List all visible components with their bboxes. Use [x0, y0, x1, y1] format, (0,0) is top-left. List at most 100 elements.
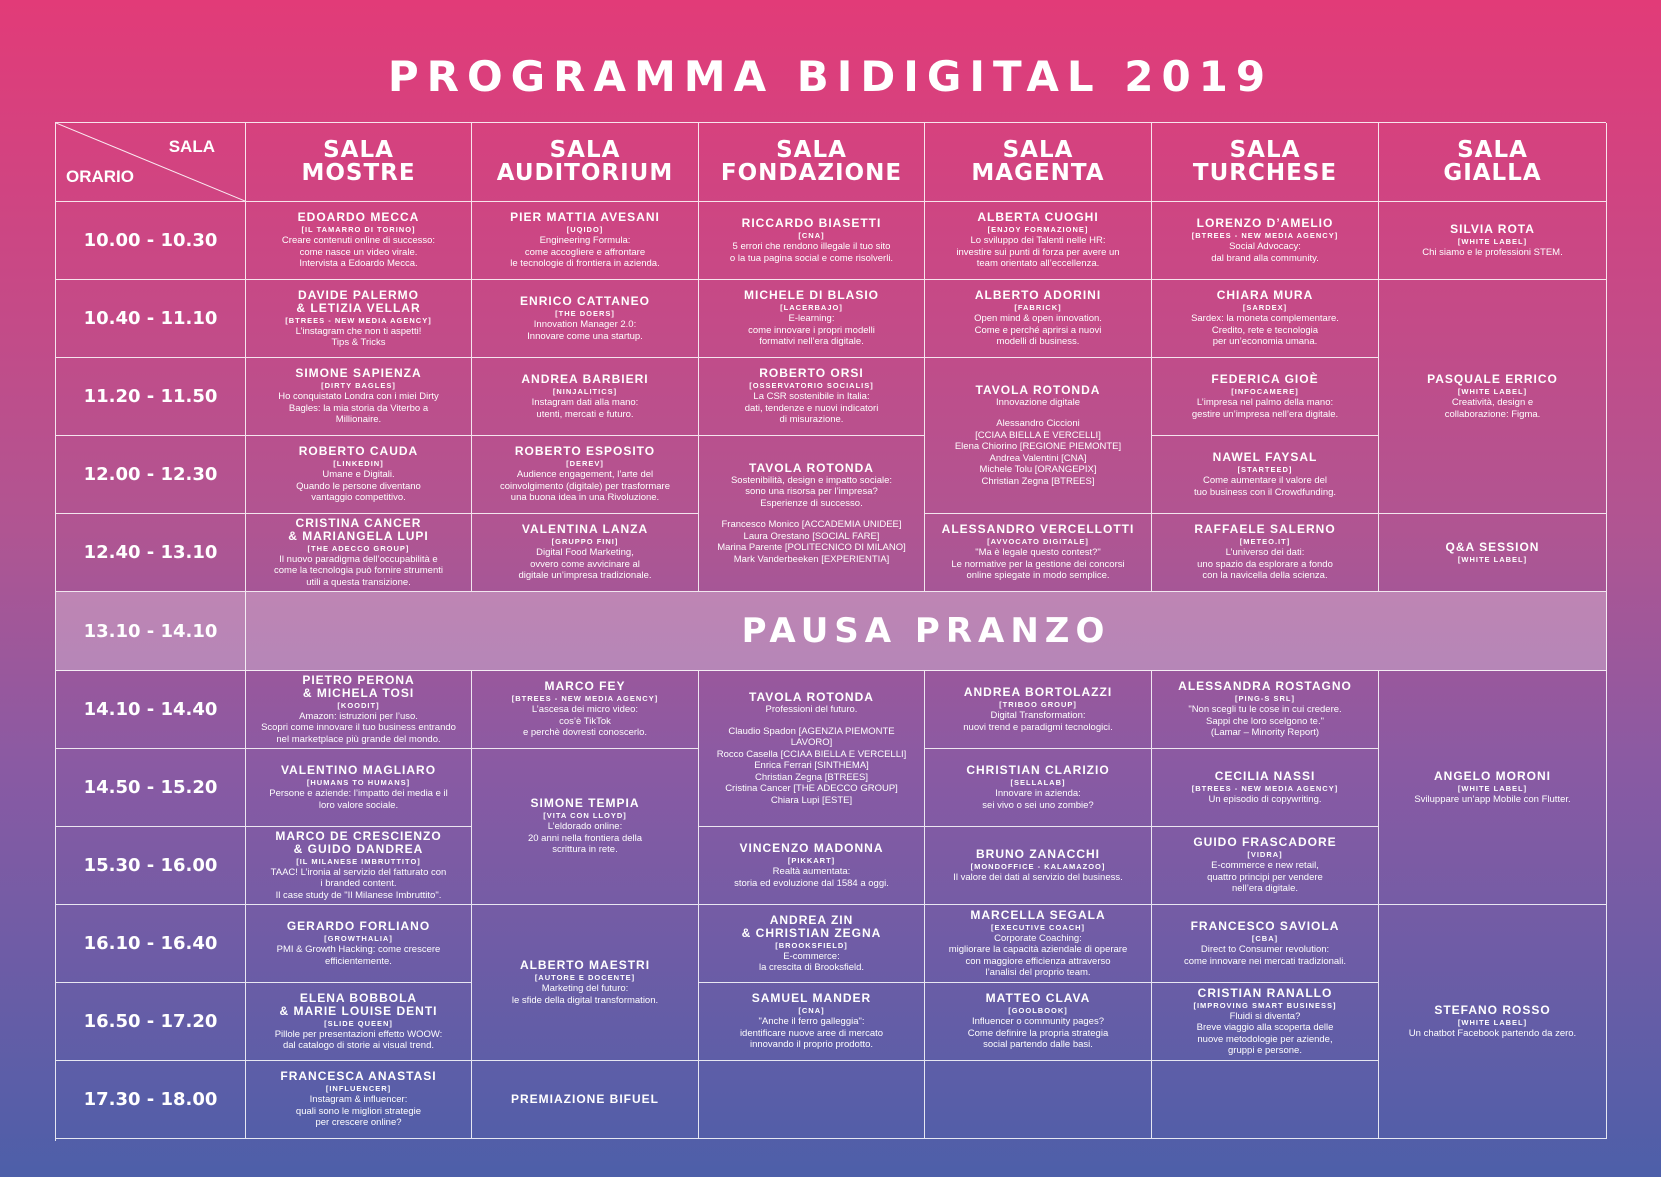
session-description: Cristina Cancer [THE ADECCO GROUP]: [725, 783, 898, 794]
session-description: come nasce un video virale.: [299, 246, 418, 258]
speaker-name: LORENZO D’AMELIO: [1196, 216, 1334, 230]
room-header-line: MAGENTA: [971, 160, 1105, 186]
speaker-name: ANDREA ZIN: [769, 912, 854, 927]
speaker-company: [IMPROVING SMART BUSINESS]: [1193, 1000, 1337, 1010]
session-cell: GERARDO FORLIANO [GROWTHALIA] PMI & Growth…: [246, 905, 472, 983]
time-slot: 16.50 - 17.20: [56, 983, 246, 1061]
speaker-company: [BTREES - NEW MEDIA AGENCY]: [285, 315, 432, 325]
session-cell: MARCO FEY [BTREES - NEW MEDIA AGENCY] L’as…: [472, 671, 699, 749]
speaker-company: [CNA]: [798, 1006, 825, 1016]
session-description: L’universo dei dati:: [1225, 547, 1305, 559]
session-description: Alessandro Ciccioni: [996, 418, 1080, 430]
session-description: Engineering Formula:: [539, 235, 631, 247]
speaker-company: [THE ADECCO GROUP]: [307, 543, 410, 553]
session-cell: VALENTINO MAGLIARO [HUMANS TO HUMANS] Pers…: [246, 749, 472, 827]
session-cell: LORENZO D’AMELIO [BTREES - NEW MEDIA AGEN…: [1152, 202, 1379, 280]
session-description: la crescita di Brooksfield.: [758, 962, 865, 973]
session-description: PMI & Growth Hacking: come crescere: [276, 944, 441, 955]
session-cell: ANDREA BARBIERI [NINJALITICS] Instagram da…: [472, 358, 699, 436]
session-description: identificare nuove aree di mercato: [739, 1027, 884, 1039]
room-header-line: SALA: [549, 137, 621, 163]
speaker-company: [LINKEDIN]: [333, 459, 384, 469]
time-slot: 10.00 - 10.30: [56, 202, 246, 280]
session-description: come innovare i propri modelli: [748, 324, 875, 336]
speaker-name: ANDREA BORTOLAZZI: [963, 685, 1113, 699]
session-description: gestire un’impresa nell’era digitale.: [1191, 408, 1339, 420]
session-description: Sviluppare un’app Mobile con Flutter.: [1414, 793, 1571, 805]
speaker-name: PIETRO PERONA: [302, 672, 415, 687]
speaker-name: MATTEO CLAVA: [985, 991, 1091, 1006]
speaker-company: [WHITE LABEL]: [1457, 554, 1528, 564]
session-description: Laura Orestano [SOCIAL FARE]: [743, 530, 880, 542]
session-cell: FRANCESCA ANASTASI [INFLUENCER] Instagram …: [246, 1061, 472, 1139]
speaker-company: [INFOCAMERE]: [1231, 387, 1299, 396]
speaker-company: [SELLALAB]: [1010, 778, 1066, 787]
session-description: Credito, rete e tecnologia: [1211, 324, 1319, 336]
room-header-line: GIALLA: [1443, 160, 1542, 186]
session-description: ovvero come avvicinare al: [530, 558, 640, 570]
session-description: Chi siamo e le professioni STEM.: [1422, 246, 1563, 258]
session-description: "Anche il ferro galleggia":: [758, 1016, 865, 1028]
session-description: Umane e Digitali.: [322, 469, 395, 481]
speaker-company: [IL TAMARRO DI TORINO]: [301, 225, 416, 235]
session-cell: Q&A SESSION [WHITE LABEL]: [1379, 514, 1607, 592]
session-cell: ENRICO CATTANEO [THE DOERS] Innovation Man…: [472, 280, 699, 358]
session-description: E-commerce e new retail,: [1211, 860, 1319, 872]
speaker-company: [GROWTHALIA]: [324, 934, 393, 943]
session-description: loro valore sociale.: [318, 799, 399, 811]
session-cell: RICCARDO BIASETTI [CNA] 5 errori che rendo…: [699, 202, 925, 280]
session-description: dati, tendenze e nuovi indicatori: [744, 402, 879, 414]
session-cell: PIER MATTIA AVESANI [UQIDO] Engineering Fo…: [472, 202, 699, 280]
speaker-name: NAWEL FAYSAL: [1212, 450, 1318, 464]
session-cell: SAMUEL MANDER [CNA] "Anche il ferro galleg…: [699, 983, 925, 1061]
speaker-company: [STARTEED]: [1237, 465, 1293, 474]
speaker-name: CECILIA NASSI: [1214, 768, 1316, 783]
session-description: Innovare come una startup.: [527, 330, 643, 342]
session-description: Creare contenuti online di successo:: [281, 235, 436, 247]
speaker-company: [VIDRA]: [1247, 850, 1283, 860]
session-description: dal brand alla community.: [1211, 252, 1319, 264]
session-description: collaborazione: Figma.: [1444, 408, 1541, 420]
speaker-name: Q&A SESSION: [1445, 539, 1540, 554]
room-header-gia: SALA GIALLA: [1379, 123, 1607, 202]
session-description: cos’è TikTok: [559, 715, 611, 727]
session-description: (Lamar – Minority Report): [1210, 727, 1320, 739]
speaker-name: ALBERTO ADORINI: [974, 288, 1102, 303]
session-cell: CRISTINA CANCER & MARIANGELA LUPI [THE ADE…: [246, 514, 472, 592]
room-header-turch: SALA TURCHESE: [1152, 123, 1379, 202]
session-description: La CSR sostenibile in Italia:: [753, 391, 870, 403]
speaker-name: & MARIANGELA LUPI: [288, 528, 429, 543]
session-description: Millionaire.: [335, 414, 382, 426]
session-cell: FRANCESCO SAVIOLA [CBA] Direct to Consumer…: [1152, 905, 1379, 983]
session-description: Innovazione digitale: [996, 396, 1080, 408]
session-description: Open mind & open innovation.: [974, 313, 1102, 325]
session-cell: PIETRO PERONA & MICHELA TOSI [KOODIT] Amazo…: [246, 671, 472, 749]
session-description: social partendo dalle basi.: [983, 1039, 1093, 1051]
session-description: una buona idea in una Rivoluzione.: [510, 492, 660, 504]
speaker-name: MARCELLA SEGALA: [970, 907, 1106, 922]
session-description: quali sono le migliori strategie: [295, 1105, 422, 1117]
speaker-name: FRANCESCO SAVIOLA: [1190, 919, 1340, 933]
speaker-company: [OSSERVATORIO SOCIALIS]: [749, 381, 874, 391]
speaker-company: [BTREES - NEW MEDIA AGENCY]: [1191, 783, 1339, 793]
session-cell: STEFANO ROSSO [WHITE LABEL] Un chatbot Fac…: [1379, 905, 1607, 1139]
speaker-company: [TRIBOO GROUP]: [999, 700, 1077, 709]
session-description: Sappi che loro scelgono te.": [1206, 715, 1324, 727]
speaker-name: ALBERTO MAESTRI: [519, 958, 651, 972]
speaker-company: [CBA]: [1251, 934, 1279, 943]
session-description: Enrica Ferrari [SINTHEMA]: [754, 760, 869, 771]
speaker-name: TAVOLA ROTONDA: [749, 690, 874, 704]
session-description: Un chatbot Facebook partendo da zero.: [1408, 1027, 1577, 1039]
session-cell: PREMIAZIONE BIFUEL: [472, 1061, 699, 1139]
session-cell: SIMONE TEMPIA [VITA CON LLOYD] L’eldorado …: [472, 749, 699, 905]
speaker-name: CRISTIAN RANALLO: [1197, 985, 1333, 1000]
speaker-company: [AVVOCATO DIGITALE]: [987, 537, 1089, 547]
session-cell: CHRISTIAN CLARIZIO [SELLALAB] Innovare in …: [925, 749, 1152, 827]
session-cell: PASQUALE ERRICO [WHITE LABEL] Creatività, …: [1379, 280, 1607, 514]
room-header-line: AUDITORIUM: [496, 160, 674, 186]
speaker-company: [FABRICK]: [1014, 303, 1062, 313]
speaker-name: & MARIE LOUISE DENTI: [279, 1003, 438, 1018]
speaker-company: [ENJOY FORMAZIONE]: [987, 225, 1089, 235]
session-description: Le normative per la gestione dei concors…: [951, 558, 1125, 570]
session-description: [CCIAA BIELLA E VERCELLI]: [975, 429, 1101, 441]
